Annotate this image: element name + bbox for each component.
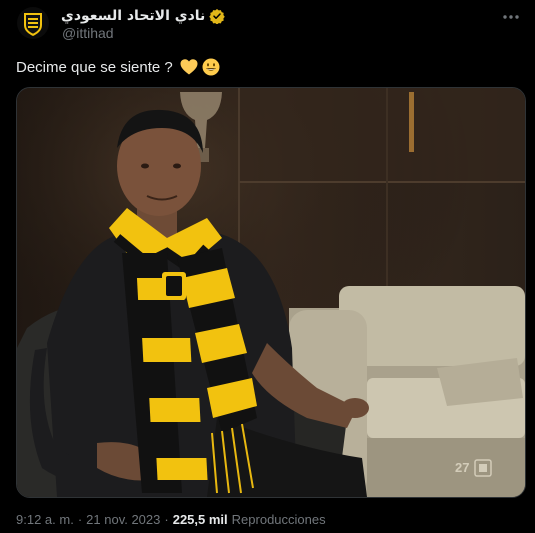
meta-separator: · (77, 512, 83, 527)
photo-illustration: 27 (17, 88, 525, 497)
more-options-button[interactable] (499, 7, 523, 27)
views-count: 225,5 mil (172, 512, 228, 527)
meta-separator-2: · (164, 512, 169, 527)
tweet-card: نادي الاتحاد السعودي @ittihad Decime que… (0, 0, 535, 533)
smiling-face-icon (202, 58, 220, 76)
ittihad-crest-icon (24, 13, 42, 36)
views-label: Reproducciones (231, 512, 326, 527)
author-name-row[interactable]: نادي الاتحاد السعودي (61, 6, 226, 26)
tweet-text-body: Decime que se siente ? (16, 58, 173, 76)
tweet-time[interactable]: 9:12 a. m. (16, 512, 74, 527)
avatar[interactable] (17, 7, 49, 39)
tweet-metadata: 9:12 a. m. · 21 nov. 2023 · 225,5 mil Re… (16, 512, 326, 527)
tweet-text: Decime que se siente ? (16, 57, 221, 77)
svg-text:27: 27 (455, 460, 469, 475)
tweet-date[interactable]: 21 nov. 2023 (86, 512, 160, 527)
tweet-photo[interactable]: 27 (16, 87, 526, 498)
author-display-name[interactable]: نادي الاتحاد السعودي (61, 8, 205, 24)
verified-badge-icon (209, 9, 226, 24)
author-handle[interactable]: @ittihad (62, 25, 114, 41)
yellow-heart-icon (180, 59, 198, 75)
more-horizontal-icon (503, 15, 519, 19)
